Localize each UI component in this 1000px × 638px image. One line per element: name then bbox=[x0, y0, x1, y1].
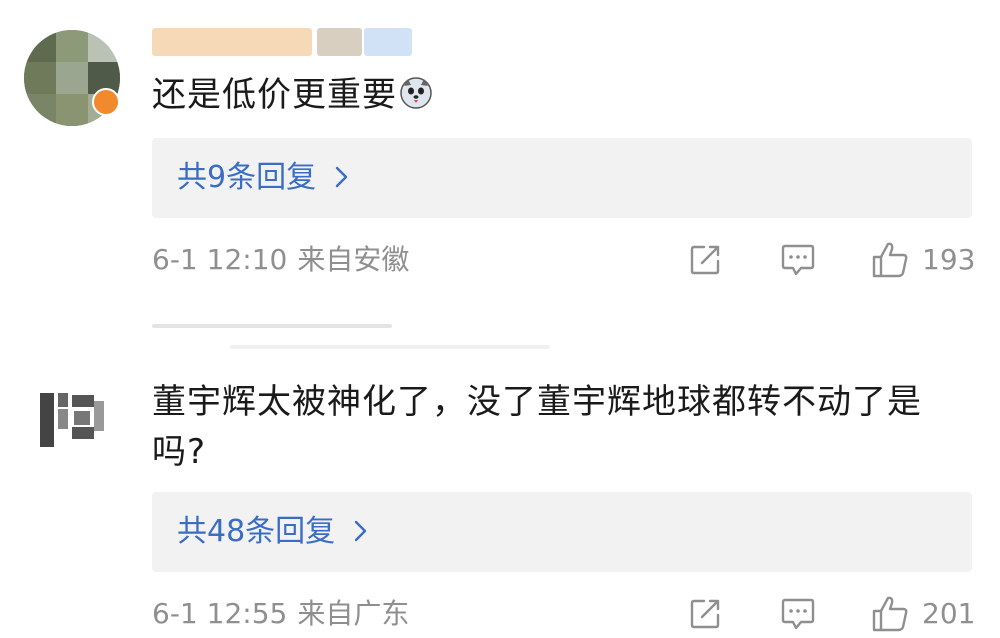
comment-text: 还是低价更重要 bbox=[152, 70, 433, 120]
avatar-badge-icon bbox=[92, 88, 120, 116]
comment-text: 董宇辉太被神化了，没了董宇辉地球都转不动了是 吗? bbox=[152, 377, 922, 477]
share-icon[interactable] bbox=[688, 243, 722, 277]
comment-thread: 还是低价更重要 共9条回复 6-1 12:10 来自安徽 193 董宇辉太被神化… bbox=[0, 0, 1000, 638]
chevron-right-icon bbox=[354, 520, 367, 542]
like-icon[interactable] bbox=[870, 594, 910, 634]
reply-summary-box[interactable]: 共9条回复 bbox=[152, 138, 972, 218]
comment-meta: 6-1 12:55 来自广东 bbox=[152, 594, 409, 634]
reply-summary-box[interactable]: 共48条回复 bbox=[152, 492, 972, 572]
comment-icon[interactable] bbox=[780, 597, 816, 631]
view-replies-link[interactable]: 共48条回复 bbox=[177, 510, 369, 554]
avatar[interactable] bbox=[28, 375, 116, 463]
comment-time: 6-1 12:10 bbox=[152, 243, 288, 276]
comment-time: 6-1 12:55 bbox=[152, 597, 288, 630]
comment-meta: 6-1 12:10 来自安徽 bbox=[152, 240, 409, 280]
comment-icon[interactable] bbox=[780, 243, 816, 277]
comment-location: 来自安徽 bbox=[297, 243, 410, 276]
like-icon[interactable] bbox=[870, 240, 910, 280]
like-count: 193 bbox=[922, 243, 976, 276]
husky-dog-icon bbox=[400, 77, 432, 109]
obscured-text bbox=[152, 324, 392, 328]
username-blurred[interactable] bbox=[152, 28, 412, 56]
comment-text-line1: 董宇辉太被神化了，没了董宇辉地球都转不动了是 bbox=[152, 382, 922, 422]
like-count: 201 bbox=[922, 597, 976, 630]
share-icon[interactable] bbox=[688, 597, 722, 631]
view-replies-label: 共9条回复 bbox=[177, 160, 317, 195]
view-replies-label: 共48条回复 bbox=[177, 514, 336, 549]
comment-text-content: 还是低价更重要 bbox=[152, 75, 397, 115]
chevron-right-icon bbox=[335, 166, 348, 188]
view-replies-link[interactable]: 共9条回复 bbox=[177, 156, 350, 200]
comment-text-line2: 吗? bbox=[152, 432, 207, 472]
obscured-text bbox=[230, 345, 550, 349]
comment-location: 来自广东 bbox=[297, 597, 410, 630]
